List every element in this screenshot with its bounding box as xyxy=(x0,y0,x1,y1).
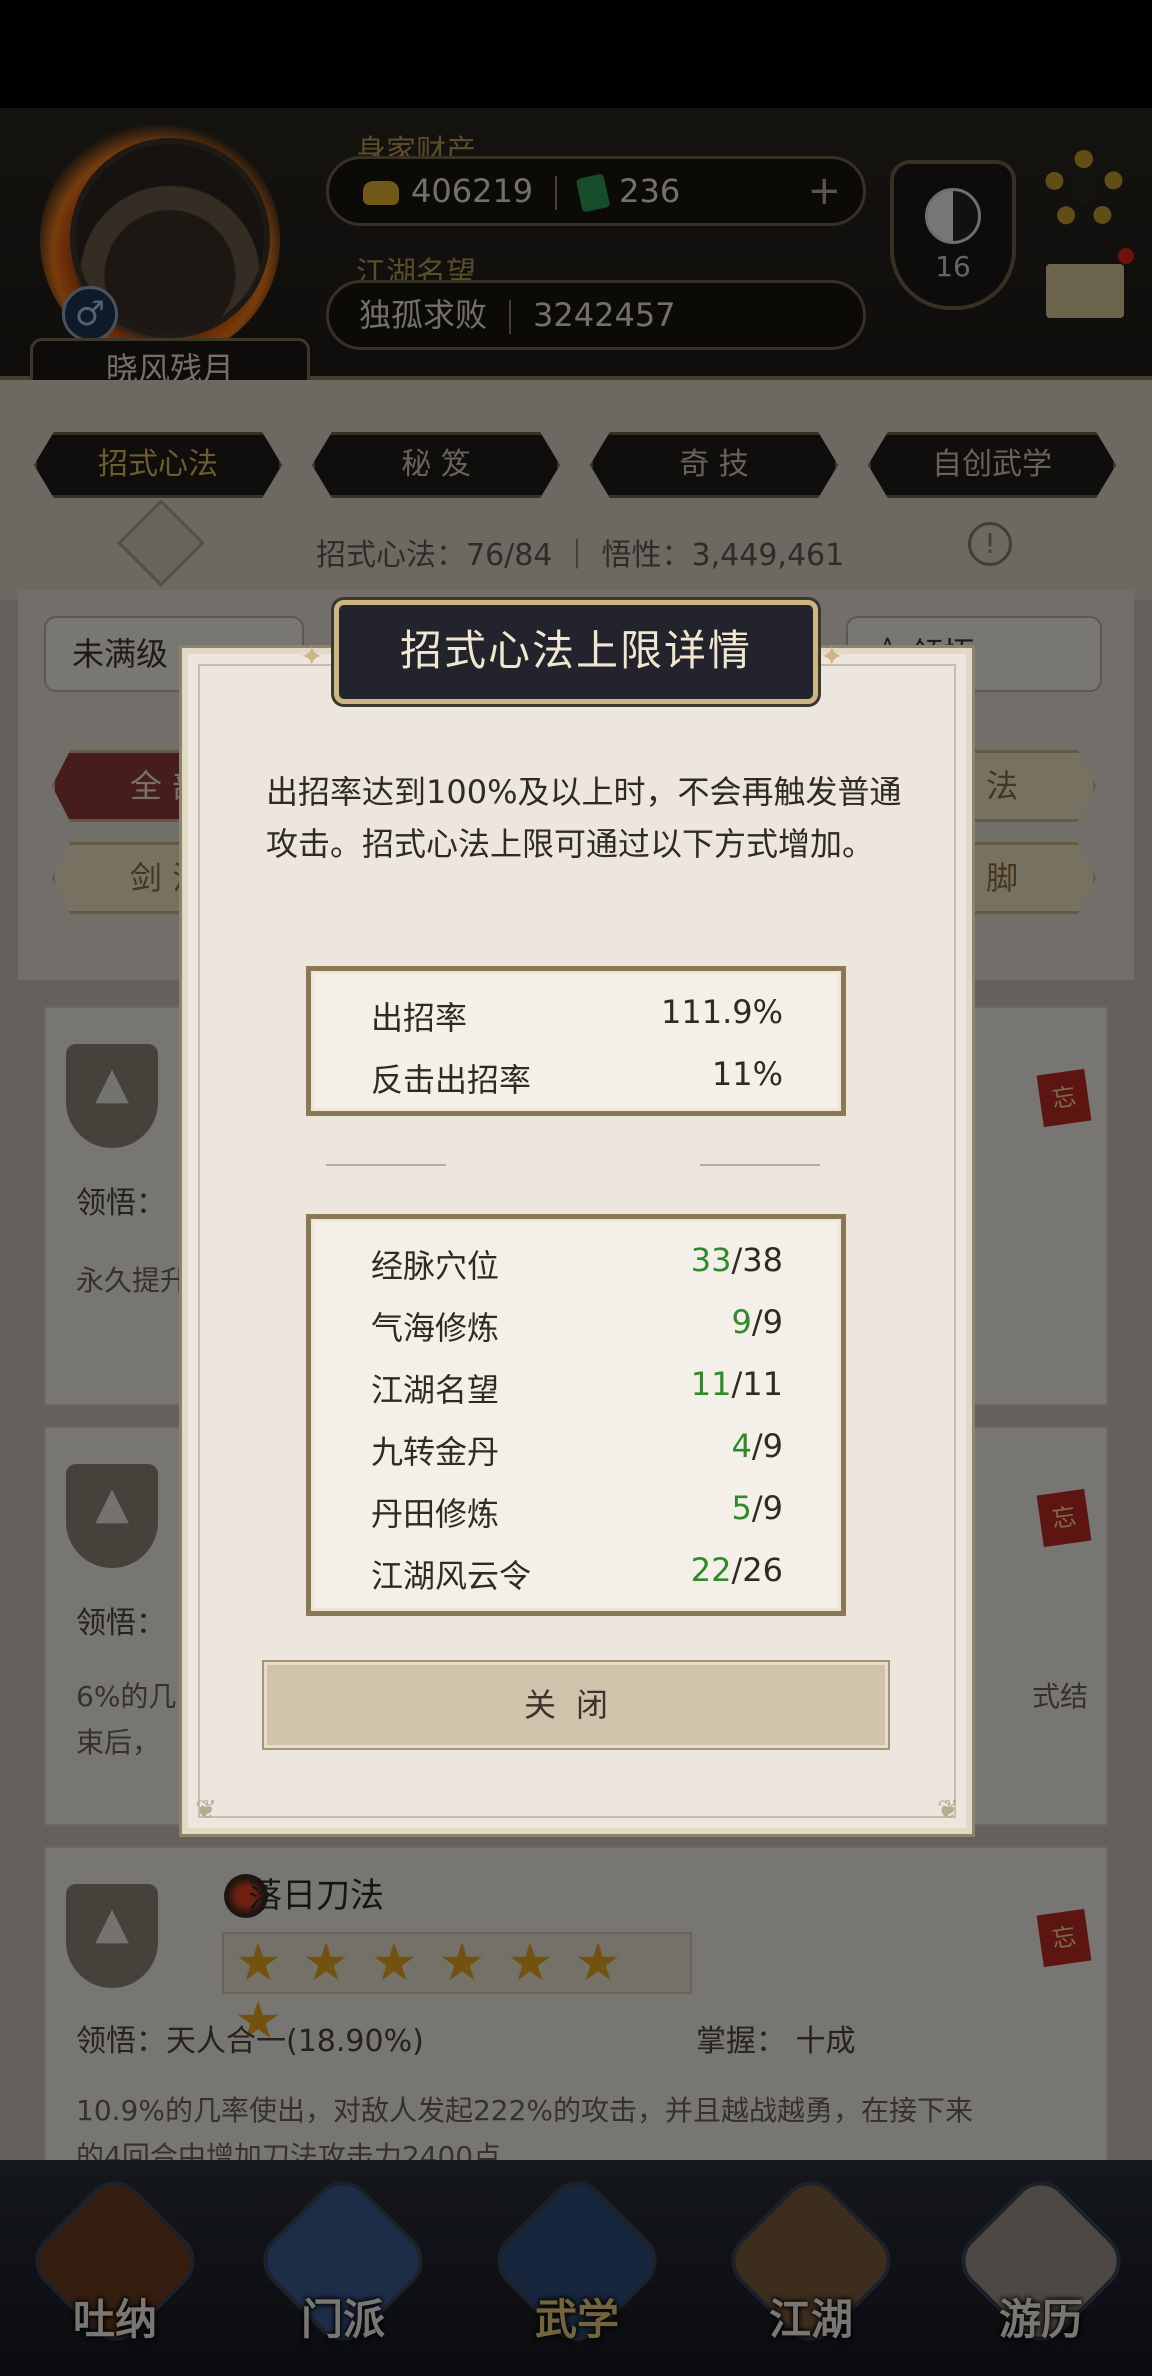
source-max: /11 xyxy=(731,1365,784,1403)
source-label: 经脉穴位 xyxy=(371,1247,500,1285)
rate-row: 出招率 111.9% xyxy=(371,993,783,1037)
source-max: /9 xyxy=(751,1489,783,1527)
rate-row: 反击出招率 11% xyxy=(371,1055,783,1099)
source-progress: 11/11 xyxy=(691,1365,783,1403)
dialog-intro-text: 出招率达到100%及以上时，不会再触发普通攻击。招式心法上限可通过以下方式增加。 xyxy=(266,773,902,863)
limit-source-row: 气海修炼 9/9 xyxy=(371,1303,784,1347)
source-box: 经脉穴位 33/38 气海修炼 9/9 江湖名望 11/11 九转金丹 4/9 丹田修炼 5/9 江… xyxy=(306,1214,846,1616)
dialog-title: 招式心法上限详情 xyxy=(334,600,818,704)
rate-label: 反击出招率 xyxy=(371,1061,532,1099)
corner-ornament-icon: ❦ xyxy=(195,1795,217,1825)
source-progress: 33/38 xyxy=(691,1241,783,1279)
divider-ornament xyxy=(700,1164,820,1166)
limit-source-row: 江湖名望 11/11 xyxy=(371,1365,783,1409)
source-current: 9 xyxy=(731,1303,752,1341)
rate-label: 出招率 xyxy=(371,999,468,1037)
source-current: 22 xyxy=(690,1551,732,1589)
rate-value: 11% xyxy=(711,1055,783,1093)
source-progress: 5/9 xyxy=(732,1489,784,1527)
source-max: /9 xyxy=(751,1427,783,1465)
source-label: 江湖风云令 xyxy=(371,1557,532,1595)
source-max: /9 xyxy=(751,1303,783,1341)
source-label: 九转金丹 xyxy=(371,1433,500,1471)
source-max: /38 xyxy=(731,1241,784,1279)
divider-ornament xyxy=(326,1164,446,1166)
title-ornament-icon: ✦ xyxy=(300,640,324,673)
source-max: /26 xyxy=(731,1551,784,1589)
source-current: 4 xyxy=(731,1427,752,1465)
source-current: 5 xyxy=(731,1489,752,1527)
limit-source-row: 经脉穴位 33/38 xyxy=(371,1241,783,1285)
status-bar xyxy=(0,0,1152,108)
source-progress: 9/9 xyxy=(732,1303,784,1341)
source-current: 11 xyxy=(690,1365,732,1403)
source-progress: 22/26 xyxy=(691,1551,783,1589)
source-label: 丹田修炼 xyxy=(371,1495,500,1533)
source-label: 气海修炼 xyxy=(371,1309,500,1347)
close-button[interactable]: 关闭 xyxy=(264,1662,888,1748)
limit-source-row: 丹田修炼 5/9 xyxy=(371,1489,784,1533)
limit-source-row: 江湖风云令 22/26 xyxy=(371,1551,783,1595)
source-label: 江湖名望 xyxy=(371,1371,500,1409)
source-progress: 4/9 xyxy=(732,1427,784,1465)
title-ornament-icon: ✦ xyxy=(820,640,844,673)
limit-source-row: 九转金丹 4/9 xyxy=(371,1427,784,1471)
source-current: 33 xyxy=(690,1241,732,1279)
corner-ornament-icon: ❦ xyxy=(937,1795,959,1825)
rate-box: 出招率 111.9% 反击出招率 11% xyxy=(306,966,846,1116)
rate-value: 111.9% xyxy=(660,993,783,1031)
